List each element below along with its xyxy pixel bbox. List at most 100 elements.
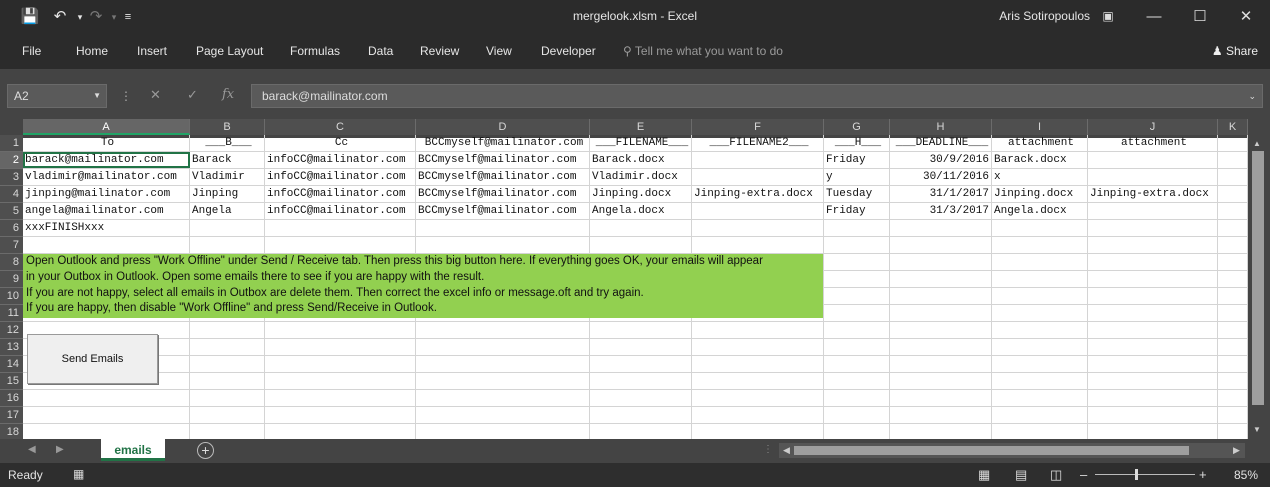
table-cell[interactable]: 30/11/2016	[890, 169, 992, 186]
table-cell[interactable]: y	[824, 169, 890, 186]
table-cell[interactable]: infoCC@mailinator.com	[265, 169, 416, 186]
table-cell[interactable]: Jinping-extra.docx	[692, 186, 824, 203]
scroll-up-icon[interactable]: ▲	[1253, 139, 1261, 148]
prev-sheet-icon[interactable]: ◀	[28, 444, 36, 455]
tab-file[interactable]: File	[22, 44, 41, 58]
row-header[interactable]: 18	[0, 424, 23, 439]
table-cell[interactable]: xxxFINISHxxx	[23, 220, 190, 237]
table-cell[interactable]: 31/1/2017	[890, 186, 992, 203]
save-icon[interactable]: 💾	[20, 7, 40, 27]
expand-formula-icon[interactable]: ⌄	[1248, 91, 1256, 102]
chevron-down-icon[interactable]: ▼	[93, 91, 101, 100]
undo-icon[interactable]: ↶	[50, 7, 70, 27]
column-header[interactable]: I	[992, 119, 1088, 135]
row-header[interactable]: 10	[0, 288, 23, 305]
header-cell[interactable]: ___DEADLINE___	[890, 135, 992, 152]
header-cell[interactable]: ___B___	[190, 135, 265, 152]
header-cell[interactable]: attachment	[992, 135, 1088, 152]
close-icon[interactable]: ✕	[1223, 0, 1269, 33]
header-cell[interactable]: ___FILENAME___	[590, 135, 692, 152]
horizontal-scroll-thumb[interactable]	[794, 446, 1189, 455]
header-cell[interactable]: ___H___	[824, 135, 890, 152]
row-header[interactable]: 2	[0, 152, 23, 169]
row-header[interactable]: 9	[0, 271, 23, 288]
table-cell[interactable]: Friday	[824, 152, 890, 169]
tab-review[interactable]: Review	[420, 44, 459, 58]
column-header[interactable]: H	[890, 119, 992, 135]
sheet-tab-emails[interactable]: emails	[101, 439, 165, 461]
tab-data[interactable]: Data	[368, 44, 393, 58]
formula-input[interactable]: barack@mailinator.com ⌄	[251, 84, 1263, 108]
table-cell[interactable]: BCCmyself@mailinator.com	[416, 169, 590, 186]
table-cell[interactable]: Vladimir	[190, 169, 265, 186]
column-header[interactable]: A	[23, 119, 190, 135]
redo-icon[interactable]: ↷	[86, 7, 106, 27]
zoom-level[interactable]: 85%	[1234, 468, 1258, 482]
select-all-corner[interactable]	[0, 119, 23, 135]
table-cell[interactable]: Vladimir.docx	[590, 169, 692, 186]
row-header[interactable]: 12	[0, 322, 23, 339]
zoom-in-icon[interactable]: +	[1199, 467, 1207, 482]
column-header[interactable]: K	[1218, 119, 1248, 135]
page-break-preview-icon[interactable]: ◫	[1050, 467, 1062, 483]
row-header[interactable]: 7	[0, 237, 23, 254]
cell-grid[interactable]: To ___B___ Cc BCCmyself@mailinator.com ___FI…	[23, 135, 1248, 439]
tab-split-handle-icon[interactable]: ⋮	[763, 444, 773, 455]
minimize-icon[interactable]: —	[1131, 0, 1177, 33]
table-cell[interactable]: infoCC@mailinator.com	[265, 152, 416, 169]
row-header[interactable]: 15	[0, 373, 23, 390]
header-cell[interactable]: BCCmyself@mailinator.com	[416, 135, 590, 152]
scroll-left-icon[interactable]: ◀	[783, 445, 790, 456]
cancel-icon[interactable]: ✕	[150, 87, 161, 103]
column-header[interactable]: J	[1088, 119, 1218, 135]
row-header[interactable]: 1	[0, 135, 23, 152]
instructions-block[interactable]: Open Outlook and press "Work Offline" un…	[23, 254, 823, 318]
insert-function-button[interactable]: fx	[222, 87, 234, 102]
table-cell[interactable]: BCCmyself@mailinator.com	[416, 186, 590, 203]
add-sheet-icon[interactable]: +	[197, 442, 214, 459]
row-header[interactable]: 17	[0, 407, 23, 424]
zoom-slider[interactable]	[1095, 474, 1195, 475]
zoom-out-icon[interactable]: –	[1080, 467, 1087, 482]
scroll-right-icon[interactable]: ▶	[1233, 445, 1240, 456]
macro-recording-icon[interactable]: ▦	[73, 467, 84, 481]
next-sheet-icon[interactable]: ▶	[56, 444, 64, 455]
row-header[interactable]: 5	[0, 203, 23, 220]
row-header[interactable]: 13	[0, 339, 23, 356]
header-cell[interactable]: Cc	[265, 135, 416, 152]
header-cell[interactable]: To	[23, 135, 190, 152]
name-box[interactable]: A2 ▼	[7, 84, 107, 108]
user-name[interactable]: Aris Sotiropoulos	[999, 9, 1090, 23]
share-button[interactable]: ♟ Share	[1212, 44, 1258, 58]
column-header[interactable]: D	[416, 119, 590, 135]
table-cell[interactable]: x	[992, 169, 1088, 186]
scroll-down-icon[interactable]: ▼	[1253, 425, 1261, 434]
row-header[interactable]: 3	[0, 169, 23, 186]
row-header[interactable]: 14	[0, 356, 23, 373]
enter-icon[interactable]: ✓	[187, 87, 198, 103]
tab-insert[interactable]: Insert	[137, 44, 167, 58]
vertical-scrollbar[interactable]: ▲ ▼	[1248, 135, 1270, 439]
table-cell[interactable]: jinping@mailinator.com	[23, 186, 190, 203]
table-cell[interactable]: BCCmyself@mailinator.com	[416, 203, 590, 220]
tab-developer[interactable]: Developer	[541, 44, 596, 58]
column-header[interactable]: G	[824, 119, 890, 135]
row-header[interactable]: 11	[0, 305, 23, 322]
column-header[interactable]: F	[692, 119, 824, 135]
vertical-scroll-thumb[interactable]	[1252, 151, 1264, 405]
table-cell[interactable]: Tuesday	[824, 186, 890, 203]
table-cell[interactable]: Jinping-extra.docx	[1088, 186, 1218, 203]
table-cell[interactable]: vladimir@mailinator.com	[23, 169, 190, 186]
tab-view[interactable]: View	[486, 44, 512, 58]
table-cell[interactable]: angela@mailinator.com	[23, 203, 190, 220]
more-icon[interactable]: ⋮	[120, 89, 132, 103]
table-cell[interactable]: Angela	[190, 203, 265, 220]
page-layout-view-icon[interactable]: ▤	[1015, 467, 1027, 483]
send-emails-button[interactable]: Send Emails	[27, 334, 158, 384]
table-cell[interactable]: infoCC@mailinator.com	[265, 186, 416, 203]
ribbon-display-options-icon[interactable]: ▣	[1085, 0, 1131, 33]
row-header[interactable]: 8	[0, 254, 23, 271]
table-cell[interactable]: Barack.docx	[590, 152, 692, 169]
normal-view-icon[interactable]: ▦	[978, 467, 990, 483]
tab-home[interactable]: Home	[76, 44, 108, 58]
